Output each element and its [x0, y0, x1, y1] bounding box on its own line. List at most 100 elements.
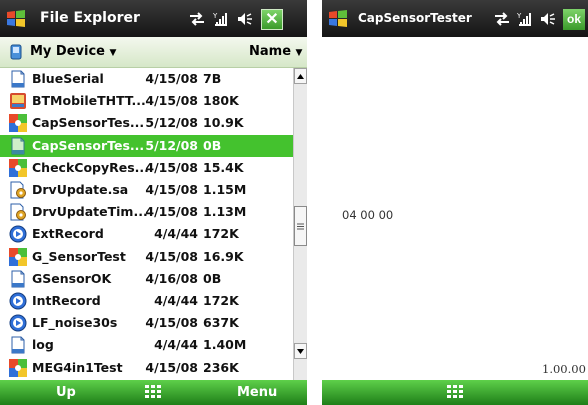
file-size: 1.40M [203, 337, 247, 353]
file-date: 4/15/08 [145, 315, 198, 331]
file-date: 5/12/08 [145, 137, 198, 153]
up-softkey[interactable]: Up [56, 385, 76, 400]
keyboard-icon[interactable] [144, 384, 162, 400]
signal-off-icon[interactable]: Y [517, 11, 533, 27]
media-icon [9, 314, 27, 332]
version-label: 1.00.00 [542, 362, 586, 376]
colorful-app-icon [9, 114, 27, 133]
file-date: 4/15/08 [145, 182, 198, 197]
file-date: 5/12/08 [145, 115, 198, 131]
file-name: G_SensorTest [32, 248, 126, 264]
volume-icon[interactable] [237, 11, 253, 27]
settings-file-icon [9, 203, 27, 221]
colorful-app-icon [9, 358, 27, 377]
file-row[interactable]: CapSensorTes... 5/12/08 10.9K [0, 112, 293, 134]
file-name: CapSensorTes... [32, 137, 145, 153]
file-explorer-window: File Explorer Y ✕ My Device ▼ Name ▼ Blu… [0, 0, 307, 405]
file-row[interactable]: CheckCopyRes... 4/15/08 15.4K [0, 157, 293, 179]
document-icon [9, 336, 27, 354]
file-size: 15.4K [203, 159, 244, 175]
file-row[interactable]: ExtRecord 4/4/44 172K [0, 223, 293, 245]
grip-icon [297, 223, 304, 229]
file-name: GSensorOK [32, 270, 112, 286]
file-name: BlueSerial [32, 71, 104, 86]
volume-icon[interactable] [540, 11, 556, 27]
scroll-down-button[interactable] [294, 343, 307, 359]
file-row[interactable]: GSensorOK 4/16/08 0B [0, 268, 293, 290]
window-title: File Explorer [40, 10, 140, 26]
close-button[interactable]: ✕ [261, 8, 283, 30]
file-row[interactable]: BlueSerial 4/15/08 7B [0, 68, 293, 90]
scroll-up-button[interactable] [294, 68, 307, 84]
file-date: 4/15/08 [145, 248, 198, 264]
file-name: log [32, 337, 54, 353]
file-row[interactable]: log 4/4/44 1.40M [0, 334, 293, 356]
svg-text:Y: Y [517, 12, 522, 20]
file-date: 4/15/08 [145, 159, 198, 175]
soft-key-bar: Up Menu [0, 380, 307, 405]
colorful-app-icon [9, 158, 27, 177]
file-name: CheckCopyRes... [32, 159, 149, 175]
file-row[interactable]: G_SensorTest 4/15/08 16.9K [0, 246, 293, 268]
sort-dropdown[interactable]: Name ▼ [249, 44, 302, 59]
keyboard-icon[interactable] [446, 384, 464, 400]
file-name: ExtRecord [32, 226, 104, 242]
window-title: CapSensorTester [358, 11, 472, 25]
file-size: 16.9K [203, 248, 244, 264]
soft-key-bar [322, 380, 588, 405]
file-name: DrvUpdateTim... [32, 204, 148, 220]
file-size: 172K [203, 293, 239, 308]
file-size: 1.13M [203, 204, 247, 220]
windows-start-icon[interactable] [6, 9, 26, 29]
file-size: 7B [203, 71, 222, 86]
windows-start-icon[interactable] [328, 9, 348, 29]
sensor-reading: 04 00 00 [342, 208, 394, 222]
cap-sensor-tester-window: CapSensorTester Y ok 04 00 00 1.00.00 [322, 0, 588, 405]
folder-header: My Device ▼ Name ▼ [0, 37, 307, 68]
connectivity-icon[interactable] [189, 12, 205, 26]
signal-off-icon[interactable]: Y [213, 11, 229, 27]
status-icons: Y ✕ [189, 8, 283, 30]
status-icons: Y ok [494, 8, 585, 30]
scrollbar[interactable] [293, 68, 307, 380]
file-size: 1.15M [203, 182, 247, 197]
file-name: BTMobileTHTT... [32, 93, 146, 109]
file-size: 180K [203, 93, 239, 109]
file-size: 0B [203, 137, 222, 153]
file-date: 4/4/44 [154, 293, 198, 308]
file-size: 0B [203, 270, 222, 286]
file-name: DrvUpdate.sa [32, 182, 129, 197]
file-row[interactable]: MEG4in1Test 4/15/08 236K [0, 357, 293, 379]
sort-label: Name [249, 44, 292, 59]
file-size: 236K [203, 359, 239, 375]
document-icon [9, 270, 27, 288]
media-icon [9, 292, 27, 310]
file-row[interactable]: DrvUpdate.sa 4/15/08 1.15M [0, 179, 293, 201]
file-size: 10.9K [203, 115, 244, 131]
svg-text:Y: Y [213, 12, 218, 20]
title-bar: CapSensorTester Y ok [322, 0, 588, 37]
menu-softkey[interactable]: Menu [237, 385, 277, 400]
location-label: My Device [30, 44, 105, 59]
file-date: 4/15/08 [145, 93, 198, 109]
file-name: CapSensorTes... [32, 115, 145, 131]
file-date: 4/4/44 [154, 337, 198, 353]
connectivity-icon[interactable] [494, 12, 510, 26]
file-date: 4/15/08 [145, 359, 198, 375]
file-row[interactable]: CapSensorTes... 5/12/08 0B [0, 134, 293, 157]
arrow-down-icon [297, 348, 304, 354]
file-row[interactable]: IntRecord 4/4/44 172K [0, 290, 293, 312]
location-dropdown[interactable]: My Device ▼ [30, 44, 116, 59]
file-size: 637K [203, 315, 239, 331]
colorful-app-icon [9, 247, 27, 266]
file-row[interactable]: DrvUpdateTim... 4/15/08 1.13M [0, 201, 293, 223]
ok-button[interactable]: ok [563, 8, 585, 30]
file-row[interactable]: LF_noise30s 4/15/08 637K [0, 312, 293, 334]
file-row[interactable]: BTMobileTHTT... 4/15/08 180K [0, 90, 293, 112]
arrow-up-icon [297, 73, 304, 79]
file-date: 4/15/08 [145, 71, 198, 86]
chevron-down-icon: ▼ [295, 48, 303, 58]
file-name: MEG4in1Test [32, 359, 123, 375]
document-icon [9, 137, 27, 155]
scroll-thumb[interactable] [294, 206, 307, 246]
